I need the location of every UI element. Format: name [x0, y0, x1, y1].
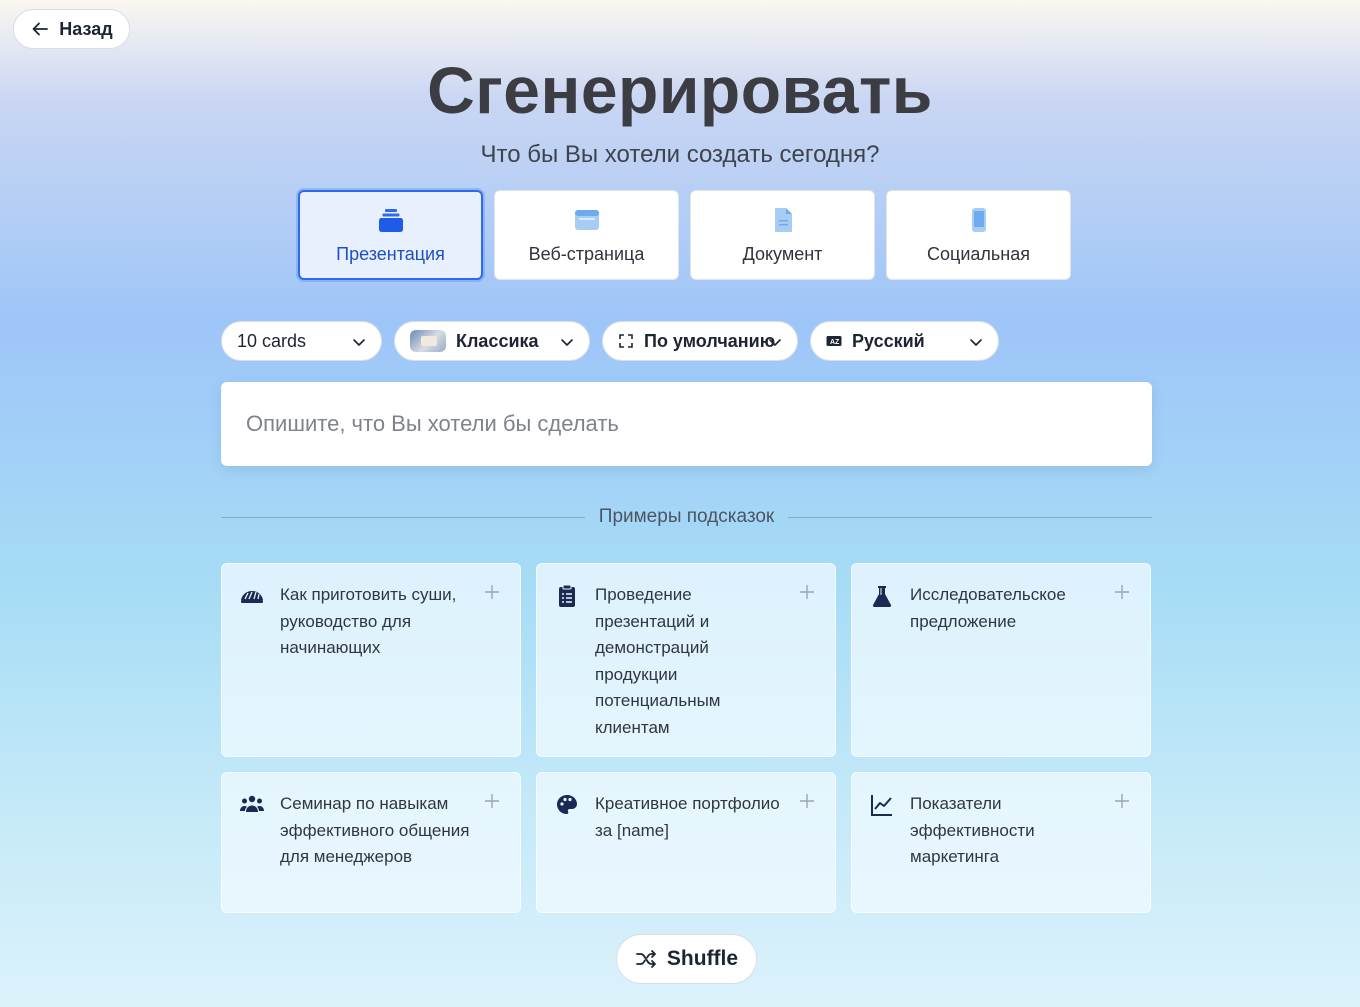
palette-icon [557, 795, 577, 814]
theme-value: Классика [456, 330, 539, 351]
examples-heading: Примеры подсказок [598, 506, 775, 527]
type-presentation[interactable]: Презентация [298, 190, 483, 280]
content-type-selector: Презентация Веб-страница Документ Социал… [298, 190, 1071, 280]
shuffle-label: Shuffle [666, 947, 739, 970]
sushi-icon [241, 591, 263, 603]
generation-options: 10 cards Классика По умолчанию A Z Русск… [221, 321, 999, 361]
plus-icon[interactable] [1114, 793, 1130, 809]
plus-icon[interactable] [1114, 584, 1130, 600]
type-label: Социальная [927, 243, 1030, 264]
example-card[interactable]: Исследовательское предложение [851, 563, 1151, 757]
back-button[interactable]: Назад [13, 9, 130, 49]
clipboard-icon [559, 584, 575, 607]
arrow-left-icon [32, 22, 49, 36]
examples-divider: Примеры подсказок [221, 505, 1153, 529]
chevron-down-icon [353, 339, 365, 346]
stack-icon [378, 208, 403, 232]
divider-line [788, 516, 1153, 518]
line-chart-icon [871, 795, 892, 816]
example-text: Показатели эффективности маркетинга [910, 794, 1035, 866]
document-icon [774, 207, 792, 232]
example-card[interactable]: Показатели эффективности маркетинга [851, 772, 1151, 913]
back-label: Назад [59, 18, 113, 39]
example-text: Исследовательское предложение [910, 585, 1066, 631]
prompt-input[interactable]: Опишите, что Вы хотели бы сделать [221, 382, 1152, 466]
chevron-down-icon [769, 339, 781, 346]
example-card[interactable]: Семинар по навыкам эффективного общения … [221, 772, 521, 913]
plus-icon[interactable] [484, 793, 500, 809]
example-text: Как приготовить суши, руководство для на… [280, 585, 457, 657]
divider-line [221, 516, 585, 518]
people-icon [240, 795, 264, 812]
example-text: Семинар по навыкам эффективного общения … [280, 794, 470, 866]
example-prompts-grid: Как приготовить суши, руководство для на… [221, 563, 1152, 913]
page-subtitle: Что бы Вы хотели создать сегодня? [480, 141, 880, 168]
flask-icon [872, 586, 892, 607]
page-title: Сгенерировать [427, 53, 933, 127]
plus-icon[interactable] [484, 584, 500, 600]
plus-icon[interactable] [799, 584, 815, 600]
example-text: Проведение презентаций и демонстраций пр… [595, 585, 721, 737]
language-select[interactable]: A Z Русский [810, 321, 999, 361]
type-label: Документ [742, 243, 823, 264]
type-social[interactable]: Социальная [886, 190, 1071, 280]
frame-corners-icon [619, 334, 633, 348]
shuffle-button[interactable]: Shuffle [616, 934, 757, 984]
example-card[interactable]: Как приготовить суши, руководство для на… [221, 563, 521, 757]
type-label: Презентация [336, 243, 445, 264]
chevron-down-icon [970, 339, 982, 346]
plus-icon[interactable] [799, 793, 815, 809]
phone-icon [971, 207, 986, 232]
size-select[interactable]: По умолчанию [602, 321, 798, 361]
chevron-down-icon [561, 339, 573, 346]
svg-text:Z: Z [835, 339, 840, 346]
theme-thumbnail [410, 330, 446, 352]
type-document[interactable]: Документ [690, 190, 875, 280]
example-text: Креативное портфолио за [name] [595, 794, 780, 840]
size-value: По умолчанию [644, 330, 776, 351]
translate-icon: A Z [826, 336, 842, 346]
example-card[interactable]: Проведение презентаций и демонстраций пр… [536, 563, 836, 757]
example-card[interactable]: Креативное портфолио за [name] [536, 772, 836, 913]
type-webpage[interactable]: Веб-страница [494, 190, 679, 280]
theme-select[interactable]: Классика [394, 321, 590, 361]
cards-count-select[interactable]: 10 cards [221, 321, 382, 361]
prompt-placeholder: Опишите, что Вы хотели бы сделать [246, 411, 619, 436]
shuffle-icon [636, 950, 656, 968]
cards-count-value: 10 cards [237, 330, 307, 351]
browser-icon [574, 209, 599, 230]
type-label: Веб-страница [528, 243, 645, 264]
language-value: Русский [852, 330, 925, 351]
